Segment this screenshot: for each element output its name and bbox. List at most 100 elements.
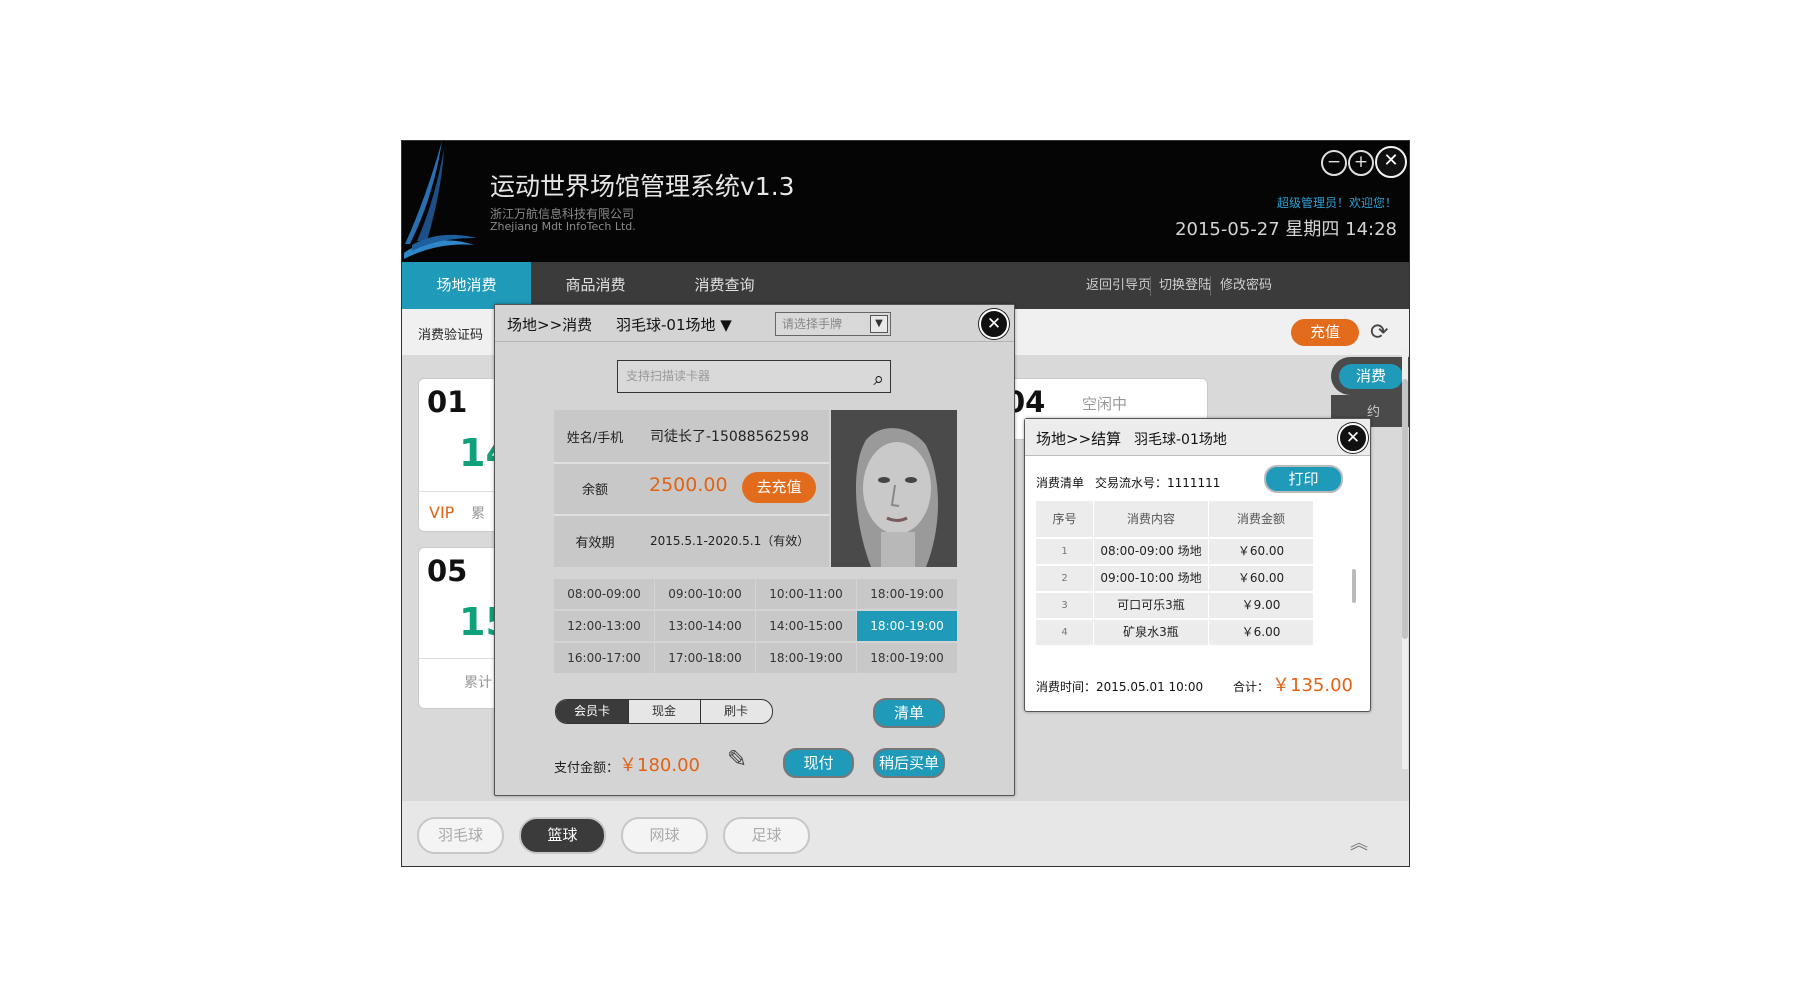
table-cell: 矿泉水3瓶: [1094, 620, 1208, 645]
main-scrollbar-thumb[interactable]: [1402, 379, 1408, 639]
time-slot[interactable]: 18:00-19:00: [857, 579, 957, 609]
main-scrollbar[interactable]: [1402, 349, 1408, 769]
back-to-guide-link[interactable]: 返回引导页: [1086, 262, 1151, 309]
time-slot[interactable]: 10:00-11:00: [756, 579, 856, 609]
table-cell: 1: [1036, 539, 1093, 564]
time-slot[interactable]: 17:00-18:00: [655, 643, 755, 673]
table-scrollbar[interactable]: [1352, 569, 1356, 603]
balance-value: 2500.00: [649, 474, 728, 496]
consumption-dialog: 场地>>消费 羽毛球-01场地 ▼ 请选择手牌 ▼ ✕ 支持扫描读卡器 ⌕ 姓名…: [494, 304, 1015, 796]
table-cell: ￥6.00: [1209, 620, 1313, 645]
chevron-down-icon[interactable]: ▼: [870, 315, 888, 333]
time-slot[interactable]: 13:00-14:00: [655, 611, 755, 641]
balance-label: 余额: [581, 483, 608, 498]
venue-dropdown[interactable]: 羽毛球-01场地 ▼: [616, 314, 732, 335]
tab-venue-consumption[interactable]: 场地消费: [402, 262, 531, 309]
main-nav: 场地消费 商品消费 消费查询 返回引导页 切换登陆 修改密码: [402, 262, 1409, 309]
side-pay-button[interactable]: 消费: [1339, 364, 1403, 389]
serial-number: 交易流水号：1111111: [1095, 476, 1221, 490]
pay-now-button[interactable]: 现付: [783, 748, 854, 778]
print-button[interactable]: 打印: [1264, 465, 1343, 493]
table-cell: ￥60.00: [1209, 539, 1313, 564]
venue-name: 羽毛球-01场地: [1134, 432, 1227, 448]
recharge-button[interactable]: 充值: [1291, 319, 1359, 346]
sport-filter-bar: 羽毛球 篮球 网球 足球 ︽: [402, 801, 1409, 866]
card-scan-input[interactable]: 支持扫描读卡器 ⌕: [617, 360, 891, 393]
chevron-up-icon[interactable]: ︽: [1350, 829, 1368, 855]
table-row: 1 08:00-09:00 场地 ￥60.00: [1036, 539, 1359, 564]
pay-amount-value: ￥180.00: [619, 755, 700, 776]
bill-title: 消费清单: [1036, 476, 1085, 490]
search-icon[interactable]: ⌕: [873, 364, 884, 395]
table-cell: 可口可乐3瓶: [1094, 593, 1208, 618]
card-status: 空闲中: [1082, 395, 1128, 413]
title-bar: 运动世界场馆管理系统v1.3 浙江万航信息科技有限公司 Zhejiang Mdt…: [402, 141, 1409, 262]
pay-later-button[interactable]: 稍后买单: [873, 748, 945, 778]
member-photo: [831, 410, 957, 567]
wristband-select[interactable]: 请选择手牌 ▼: [775, 312, 891, 336]
dialog-breadcrumb: 场地>>结算: [1036, 430, 1122, 448]
name-label: 姓名/手机: [566, 431, 624, 446]
sport-basketball-button[interactable]: 篮球: [519, 817, 606, 854]
total-value: ￥135.00: [1272, 675, 1353, 696]
table-cell: 08:00-09:00 场地: [1094, 539, 1208, 564]
consumption-time: 消费时间：2015.05.01 10:00: [1036, 680, 1204, 694]
time-slot[interactable]: 08:00-09:00: [554, 579, 654, 609]
sport-football-button[interactable]: 足球: [723, 817, 810, 854]
close-window-button[interactable]: ✕: [1375, 146, 1407, 178]
time-slot[interactable]: 12:00-13:00: [554, 611, 654, 641]
edit-icon[interactable]: ✎: [727, 745, 747, 773]
table-cell: ￥9.00: [1209, 593, 1313, 618]
table-cell: 2: [1036, 566, 1093, 591]
member-info: 姓名/手机 司徒长了-15088562598 余额 2500.00 去充值 有效…: [554, 410, 829, 567]
table-row: 4 矿泉水3瓶 ￥6.00: [1036, 620, 1359, 645]
dialog-breadcrumb: 场地>>消费: [507, 316, 593, 334]
sail-logo-icon: [404, 141, 477, 259]
refresh-icon[interactable]: ⟳: [1370, 320, 1388, 345]
sport-tennis-button[interactable]: 网球: [621, 817, 708, 854]
switch-login-link[interactable]: 切换登陆: [1159, 262, 1211, 309]
time-slot[interactable]: 09:00-10:00: [655, 579, 755, 609]
time-slot[interactable]: 14:00-15:00: [756, 611, 856, 641]
wristband-select-placeholder: 请选择手牌: [782, 317, 843, 331]
side-pay-tab[interactable]: 消费: [1331, 357, 1409, 395]
sport-badminton-button[interactable]: 羽毛球: [417, 817, 504, 854]
card-cumulative: 累计: [464, 675, 492, 691]
scan-placeholder: 支持扫描读卡器: [626, 369, 711, 383]
tab-consumption-query[interactable]: 消费查询: [660, 262, 789, 309]
column-header: 消费内容: [1094, 501, 1208, 537]
go-recharge-button[interactable]: 去充值: [742, 472, 816, 503]
pay-type-member-card[interactable]: 会员卡: [556, 700, 628, 723]
bill-table-header: 序号 消费内容 消费金额: [1036, 501, 1359, 537]
datetime-display: 2015-05-27 星期四 14:28: [1175, 219, 1397, 240]
close-icon[interactable]: ✕: [1338, 423, 1368, 453]
total-label: 合计：: [1233, 680, 1270, 694]
table-cell: 4: [1036, 620, 1093, 645]
pay-type-card-swipe[interactable]: 刷卡: [700, 700, 772, 723]
minimize-button[interactable]: −: [1321, 150, 1347, 176]
table-row: 2 09:00-10:00 场地 ￥60.00: [1036, 566, 1359, 591]
table-cell: 09:00-10:00 场地: [1094, 566, 1208, 591]
card-cumulative: 累: [471, 506, 485, 522]
dialog-header: 场地>>结算 羽毛球-01场地 ✕: [1025, 419, 1370, 456]
info-row-balance: 余额 2500.00 去充值: [554, 462, 829, 516]
bill-list-button[interactable]: 清单: [873, 698, 945, 728]
welcome-text: 超级管理员！欢迎您！: [1276, 196, 1397, 210]
time-slot[interactable]: 18:00-19:00: [857, 643, 957, 673]
nav-divider: [1150, 276, 1151, 296]
time-slot[interactable]: 18:00-19:00: [857, 611, 957, 641]
validity-label: 有效期: [575, 536, 615, 551]
pay-type-cash[interactable]: 现金: [628, 700, 700, 723]
info-row-validity: 有效期 2015.5.1-2020.5.1（有效）: [554, 514, 829, 566]
time-slot[interactable]: 18:00-19:00: [756, 643, 856, 673]
dialog-header: 场地>>消费 羽毛球-01场地 ▼ 请选择手牌 ▼ ✕: [495, 305, 1014, 342]
change-password-link[interactable]: 修改密码: [1220, 262, 1272, 309]
time-slot[interactable]: 16:00-17:00: [554, 643, 654, 673]
name-value: 司徒长了-15088562598: [650, 429, 810, 445]
table-cell: ￥60.00: [1209, 566, 1313, 591]
close-icon[interactable]: ✕: [979, 309, 1009, 339]
vip-badge: VIP: [429, 503, 455, 522]
maximize-button[interactable]: +: [1348, 150, 1374, 176]
card-number: 05: [427, 554, 468, 588]
tab-goods-consumption[interactable]: 商品消费: [531, 262, 660, 309]
